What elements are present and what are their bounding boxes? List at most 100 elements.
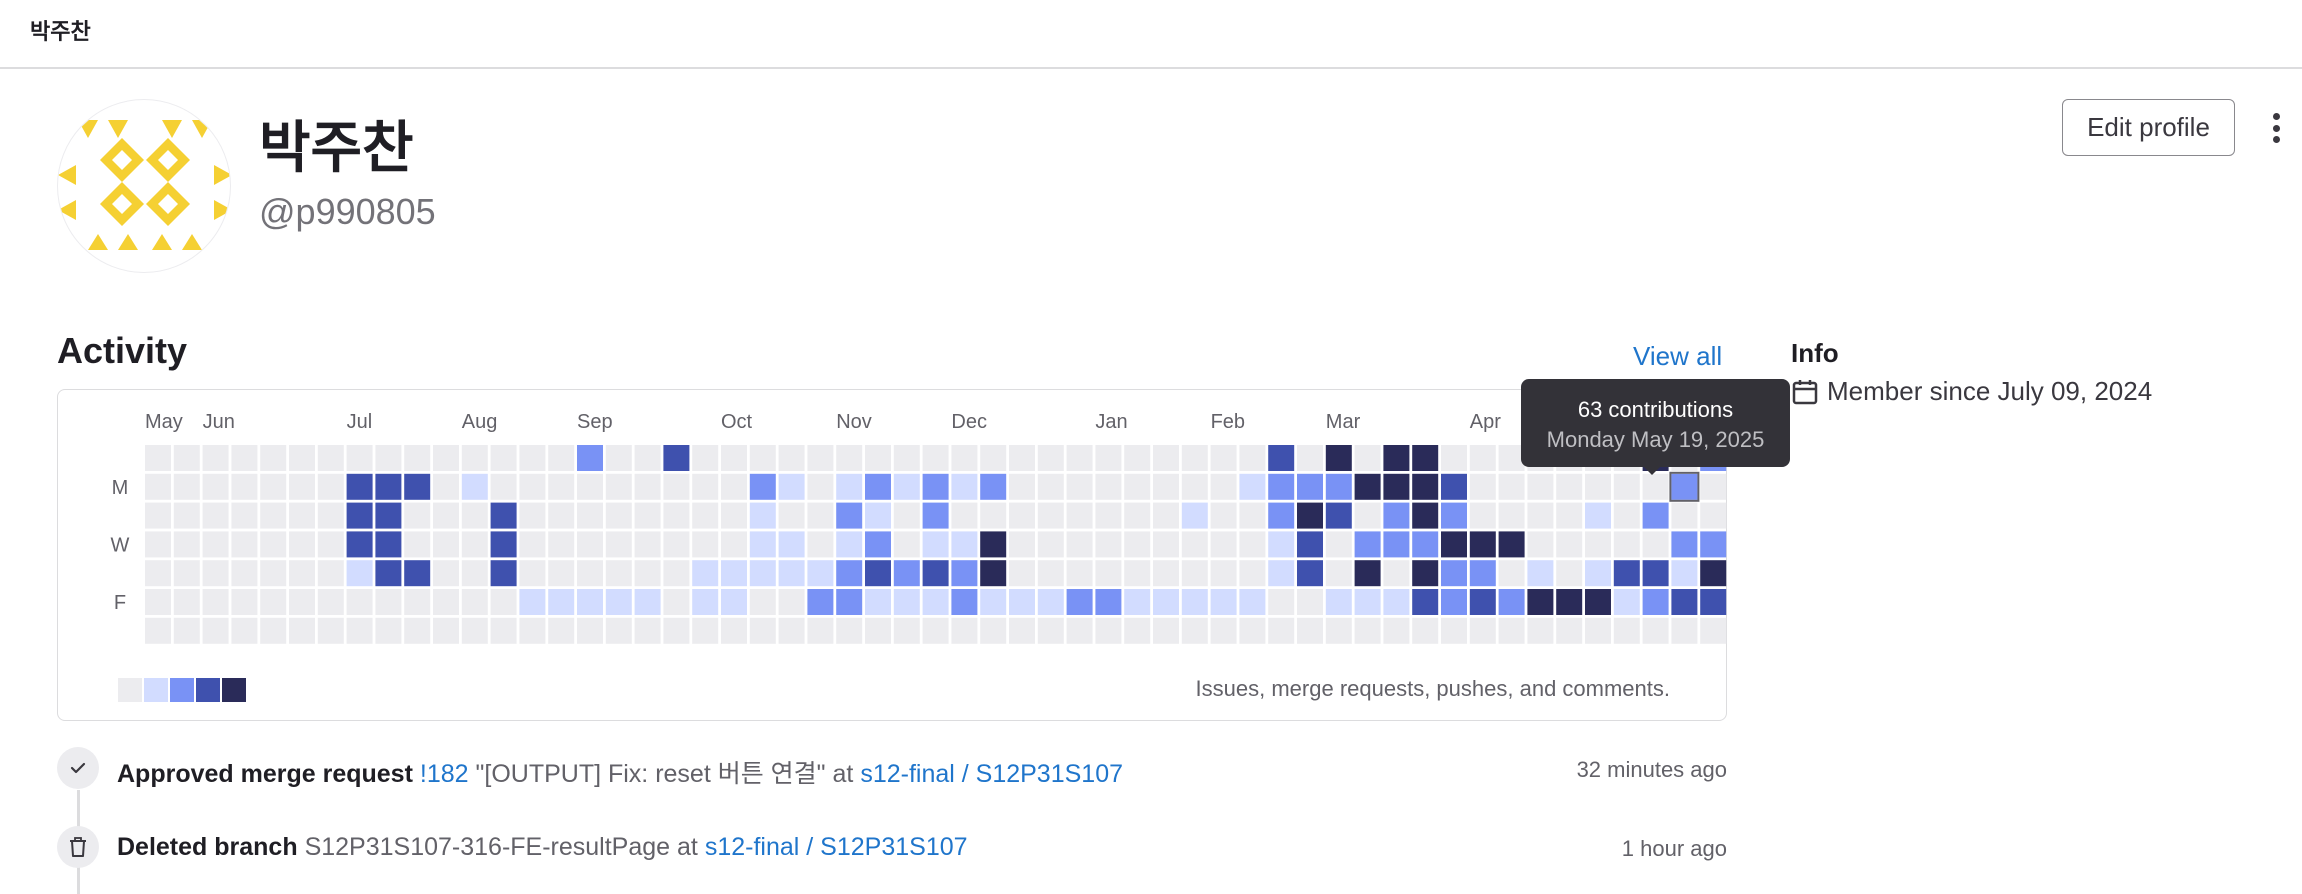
contribution-cell[interactable] bbox=[202, 560, 229, 587]
contribution-cell[interactable] bbox=[490, 560, 517, 587]
contribution-cell[interactable] bbox=[317, 560, 344, 587]
contribution-cell[interactable] bbox=[1210, 617, 1237, 644]
contribution-cell[interactable] bbox=[1268, 560, 1295, 587]
contribution-cell[interactable] bbox=[663, 531, 690, 558]
contribution-cell[interactable] bbox=[260, 589, 287, 615]
contribution-cell[interactable] bbox=[433, 502, 459, 529]
contribution-cell[interactable] bbox=[1268, 589, 1295, 615]
contribution-cell[interactable] bbox=[980, 502, 1007, 529]
contribution-cell[interactable] bbox=[1642, 531, 1669, 558]
contribution-cell[interactable] bbox=[1009, 617, 1035, 644]
contribution-cell[interactable] bbox=[721, 617, 747, 644]
contribution-cell[interactable] bbox=[1354, 445, 1381, 471]
contribution-cell[interactable] bbox=[145, 531, 171, 558]
contribution-cell[interactable] bbox=[1354, 617, 1381, 644]
contribution-cell[interactable] bbox=[778, 617, 805, 644]
contribution-cell[interactable] bbox=[1153, 473, 1179, 500]
contribution-cell[interactable] bbox=[1354, 531, 1381, 558]
contribution-cell[interactable] bbox=[548, 617, 575, 644]
contribution-cell[interactable] bbox=[1095, 531, 1122, 558]
contribution-cell[interactable] bbox=[951, 589, 978, 615]
contribution-cell[interactable] bbox=[1153, 531, 1179, 558]
contribution-cell[interactable] bbox=[490, 473, 517, 500]
contribution-cell[interactable] bbox=[317, 617, 344, 644]
contribution-cell[interactable] bbox=[893, 531, 920, 558]
contribution-cell[interactable] bbox=[145, 473, 171, 500]
contribution-cell[interactable] bbox=[1210, 531, 1237, 558]
contribution-cell[interactable] bbox=[749, 531, 776, 558]
contribution-cell[interactable] bbox=[1498, 473, 1525, 500]
contribution-cell[interactable] bbox=[317, 473, 344, 500]
contribution-cell[interactable] bbox=[778, 560, 805, 587]
contribution-cell[interactable] bbox=[749, 502, 776, 529]
contribution-cell[interactable] bbox=[721, 531, 747, 558]
contribution-cell[interactable] bbox=[1527, 531, 1554, 558]
contribution-cell[interactable] bbox=[173, 502, 200, 529]
contribution-cell[interactable] bbox=[260, 445, 287, 471]
contribution-cell[interactable] bbox=[1469, 445, 1496, 471]
contribution-cell[interactable] bbox=[317, 589, 344, 615]
contribution-cell[interactable] bbox=[778, 445, 805, 471]
contribution-cell[interactable] bbox=[1181, 560, 1208, 587]
contribution-cell[interactable] bbox=[605, 473, 632, 500]
contribution-cell[interactable] bbox=[1585, 502, 1611, 529]
contribution-cell[interactable] bbox=[1498, 589, 1525, 615]
contribution-cell[interactable] bbox=[173, 473, 200, 500]
contribution-cell[interactable] bbox=[1325, 502, 1352, 529]
contribution-cell[interactable] bbox=[461, 617, 488, 644]
contribution-cell[interactable] bbox=[1585, 473, 1611, 500]
contribution-cell[interactable] bbox=[375, 473, 402, 500]
contribution-cell[interactable] bbox=[260, 560, 287, 587]
contribution-cell[interactable] bbox=[1412, 531, 1439, 558]
contribution-cell[interactable] bbox=[173, 445, 200, 471]
contribution-cell[interactable] bbox=[1383, 473, 1410, 500]
contribution-cell[interactable] bbox=[1037, 502, 1064, 529]
contribution-cell[interactable] bbox=[1124, 531, 1151, 558]
contribution-cell[interactable] bbox=[1527, 589, 1554, 615]
contribution-cell[interactable] bbox=[173, 589, 200, 615]
contribution-cell[interactable] bbox=[1613, 473, 1640, 500]
contribution-cell[interactable] bbox=[577, 531, 603, 558]
contribution-cell[interactable] bbox=[289, 473, 315, 500]
contribution-cell[interactable] bbox=[1325, 589, 1352, 615]
contribution-cell[interactable] bbox=[577, 445, 603, 471]
contribution-cell[interactable] bbox=[836, 617, 863, 644]
contribution-cell[interactable] bbox=[260, 531, 287, 558]
contribution-cell[interactable] bbox=[1412, 445, 1439, 471]
contribution-cell[interactable] bbox=[951, 531, 978, 558]
contribution-cell[interactable] bbox=[865, 502, 891, 529]
contribution-cell[interactable] bbox=[433, 473, 459, 500]
contribution-cell[interactable] bbox=[202, 531, 229, 558]
contribution-cell[interactable] bbox=[490, 502, 517, 529]
contribution-cell[interactable] bbox=[548, 445, 575, 471]
contribution-cell[interactable] bbox=[433, 445, 459, 471]
contribution-cell[interactable] bbox=[1297, 617, 1323, 644]
contribution-cell[interactable] bbox=[173, 531, 200, 558]
contribution-cell[interactable] bbox=[663, 502, 690, 529]
contribution-cell[interactable] bbox=[1009, 560, 1035, 587]
contribution-cell[interactable] bbox=[1095, 445, 1122, 471]
contribution-cell[interactable] bbox=[231, 473, 258, 500]
contribution-cell[interactable] bbox=[749, 617, 776, 644]
contribution-cell[interactable] bbox=[778, 502, 805, 529]
contribution-cell[interactable] bbox=[1239, 531, 1266, 558]
contribution-cell[interactable] bbox=[1066, 502, 1093, 529]
contribution-cell[interactable] bbox=[202, 589, 229, 615]
contribution-cell[interactable] bbox=[404, 617, 431, 644]
contribution-cell[interactable] bbox=[145, 502, 171, 529]
contribution-cell[interactable] bbox=[346, 531, 373, 558]
contribution-cell[interactable] bbox=[1556, 502, 1583, 529]
contribution-cell[interactable] bbox=[980, 473, 1007, 500]
contribution-cell[interactable] bbox=[1124, 473, 1151, 500]
contribution-cell[interactable] bbox=[634, 617, 661, 644]
contribution-cell[interactable] bbox=[1383, 531, 1410, 558]
contribution-cell[interactable] bbox=[346, 560, 373, 587]
edit-profile-button[interactable]: Edit profile bbox=[2062, 99, 2235, 156]
contribution-cell[interactable] bbox=[490, 589, 517, 615]
contribution-cell[interactable] bbox=[721, 473, 747, 500]
contribution-cell[interactable] bbox=[692, 445, 719, 471]
contribution-cell[interactable] bbox=[1181, 445, 1208, 471]
contribution-cell[interactable] bbox=[951, 560, 978, 587]
contribution-cell[interactable] bbox=[231, 502, 258, 529]
contribution-cell[interactable] bbox=[519, 473, 546, 500]
